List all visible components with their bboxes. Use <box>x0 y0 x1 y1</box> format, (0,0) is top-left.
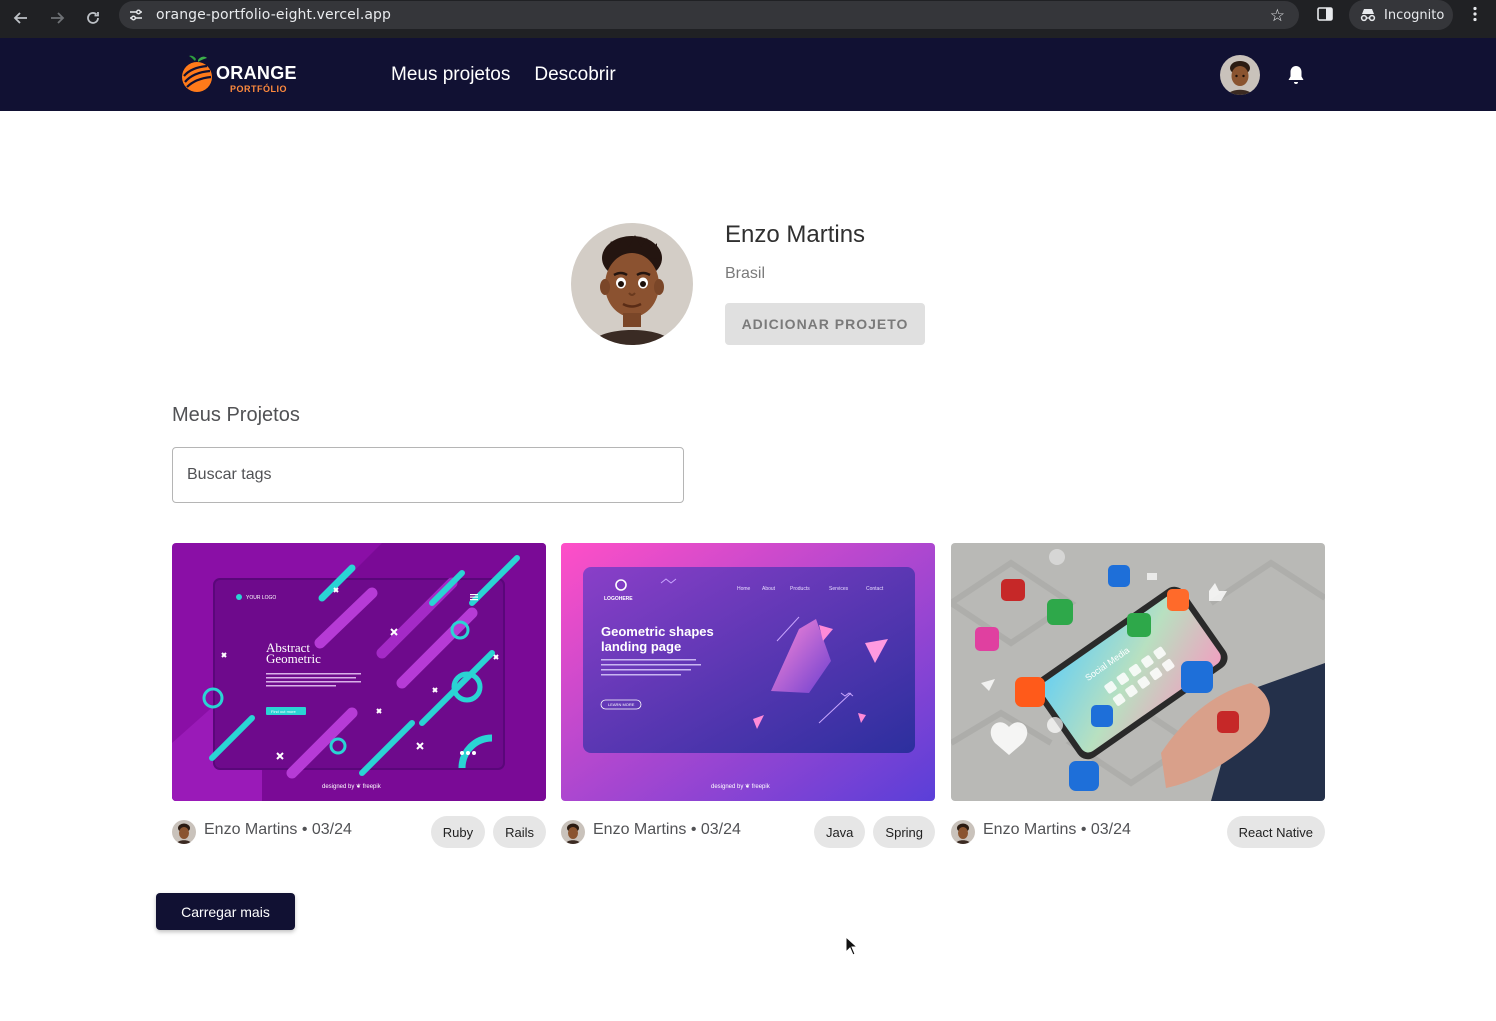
author-and-date: Enzo Martins • 03/24 <box>983 821 1131 838</box>
logo-subtitle: PORTFÓLIO <box>230 84 287 94</box>
tag-chip[interactable]: React Native <box>1226 816 1325 848</box>
tag-list: Ruby Rails <box>430 816 546 848</box>
tag-chip[interactable]: Java <box>813 816 866 848</box>
project-card[interactable]: YOUR LOGO Abstract Geometric Find out mo… <box>172 543 546 848</box>
address-bar[interactable]: orange-portfolio-eight.vercel.app ☆ <box>119 1 1299 29</box>
image-logo-text: LOGOHERE <box>604 596 633 602</box>
project-thumbnail[interactable]: YOUR LOGO Abstract Geometric Find out mo… <box>172 543 546 801</box>
author-and-date: Enzo Martins • 03/24 <box>593 821 741 838</box>
author-avatar <box>172 820 196 844</box>
user-avatar[interactable] <box>1220 55 1260 95</box>
nav-descobrir[interactable]: Descobrir <box>534 64 615 86</box>
image-nav-item: About <box>762 586 776 592</box>
tag-chip[interactable]: Spring <box>873 816 935 848</box>
forward-arrow-icon[interactable] <box>43 4 71 32</box>
author-and-date: Enzo Martins • 03/24 <box>204 821 352 838</box>
image-credit: designed by ❦ freepik <box>322 783 382 790</box>
back-arrow-icon[interactable] <box>7 4 35 32</box>
tag-list: React Native <box>1226 816 1325 848</box>
image-heading-line2: Geometric <box>266 651 321 666</box>
project-thumbnail[interactable]: Social Media <box>951 543 1325 801</box>
incognito-icon <box>1360 9 1376 22</box>
side-panel-icon[interactable] <box>1316 5 1334 23</box>
section-title: Meus Projetos <box>172 404 300 426</box>
incognito-badge[interactable]: Incognito <box>1349 0 1453 30</box>
load-more-button[interactable]: Carregar mais <box>156 893 295 930</box>
card-meta: Enzo Martins • 03/24 React Native <box>951 815 1325 849</box>
tag-search-input[interactable] <box>172 447 684 503</box>
logo-wordmark: ORANGE <box>216 63 297 83</box>
main-nav: Meus projetos Descobrir <box>391 64 616 86</box>
image-heading-line2: landing page <box>601 639 681 654</box>
profile-name: Enzo Martins <box>725 221 866 248</box>
card-meta: Enzo Martins • 03/24 Ruby Rails <box>172 815 546 849</box>
mouse-cursor-icon <box>845 936 859 956</box>
site-settings-icon[interactable] <box>128 7 144 23</box>
author-avatar <box>561 820 585 844</box>
browser-menu-icon[interactable] <box>1466 5 1484 23</box>
image-logo-text: YOUR LOGO <box>246 595 276 601</box>
app-header: ORANGE PORTFÓLIO Meus projetos Descobrir <box>0 38 1496 111</box>
image-button-text: LEARN MORE <box>608 702 635 707</box>
project-thumbnail[interactable]: LOGOHERE Home About Products Services Co… <box>561 543 935 801</box>
add-project-button[interactable]: ADICIONAR PROJETO <box>725 303 925 345</box>
nav-meus-projetos[interactable]: Meus projetos <box>391 64 510 86</box>
card-meta: Enzo Martins • 03/24 Java Spring <box>561 815 935 849</box>
orange-logo-icon <box>182 55 212 92</box>
orange-portfolio-logo[interactable]: ORANGE PORTFÓLIO <box>180 54 297 96</box>
tag-list: Java Spring <box>813 816 935 848</box>
image-button-text: Find out more <box>271 709 296 714</box>
url-text: orange-portfolio-eight.vercel.app <box>156 7 392 23</box>
notification-bell-icon[interactable] <box>1284 63 1308 87</box>
bookmark-star-icon[interactable]: ☆ <box>1270 6 1285 26</box>
tag-chip[interactable]: Ruby <box>430 816 486 848</box>
project-card[interactable]: Social Media Enzo Martins • 03/24 React … <box>951 543 1325 848</box>
profile-country: Brasil <box>725 265 766 282</box>
project-card[interactable]: LOGOHERE Home About Products Services Co… <box>561 543 935 848</box>
image-nav-item: Products <box>790 586 810 592</box>
reload-icon[interactable] <box>79 4 107 32</box>
author-avatar <box>951 820 975 844</box>
image-nav-item: Services <box>829 586 849 592</box>
image-heading-line1: Geometric shapes <box>601 624 714 639</box>
incognito-label: Incognito <box>1384 7 1445 23</box>
profile-avatar <box>571 223 693 345</box>
image-nav-item: Home <box>737 586 751 592</box>
image-nav-item: Contact <box>866 586 884 592</box>
browser-toolbar: orange-portfolio-eight.vercel.app ☆ Inco… <box>0 0 1496 38</box>
tag-chip[interactable]: Rails <box>493 816 546 848</box>
image-credit: designed by ❦ freepik <box>711 783 771 790</box>
